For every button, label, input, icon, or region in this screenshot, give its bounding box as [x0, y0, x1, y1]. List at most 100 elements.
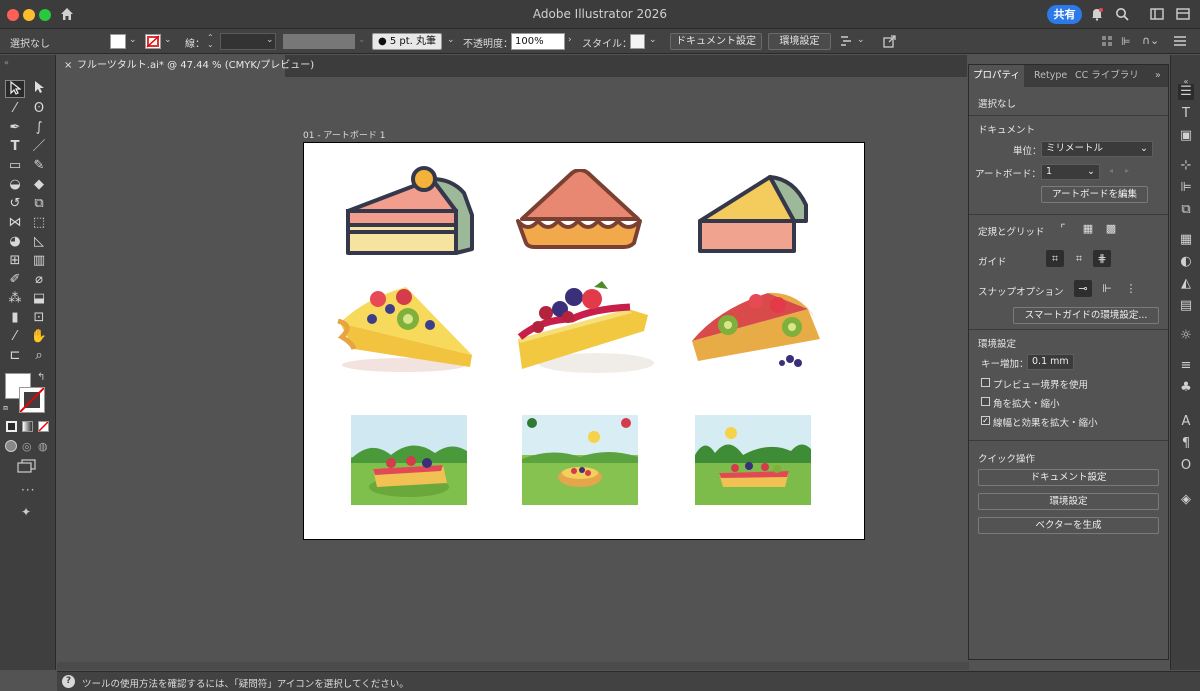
share-button[interactable]: 共有 — [1047, 5, 1082, 24]
qa-generate-vectors-button[interactable]: ベクターを生成 — [978, 517, 1159, 534]
chevron-down-icon[interactable]: ⌄ — [129, 35, 137, 45]
artboard-select[interactable]: 1 ⌄ — [1041, 164, 1100, 180]
arrange-documents-icon[interactable] — [1150, 8, 1164, 20]
next-artboard-icon[interactable]: ▸ — [1125, 166, 1129, 175]
blend-tool-icon[interactable]: ⌀ — [29, 271, 49, 289]
lock-guides-icon[interactable]: ⌗ — [1070, 250, 1088, 267]
chevron-down-icon[interactable]: ⌄ — [164, 35, 172, 45]
rulers-icon[interactable]: ⌜ — [1054, 220, 1072, 237]
pie-slice-flat-icon[interactable] — [514, 169, 646, 251]
snap-to-point-icon[interactable]: ⊸ — [1074, 280, 1092, 297]
tart-slice-flat-icon[interactable] — [694, 169, 814, 257]
stroke-panel-icon[interactable]: ≡ — [1178, 358, 1194, 374]
stroke-stepper[interactable]: ⌃ ⌄ — [207, 34, 216, 49]
kiwi-tart-illustration[interactable] — [688, 279, 826, 375]
perspective-grid-tool-icon[interactable]: ◺ — [29, 233, 49, 251]
layers-panel-icon[interactable]: ◈ — [1178, 492, 1194, 508]
paragraph-panel-icon[interactable]: ¶ — [1178, 436, 1194, 452]
draw-inside-icon[interactable]: ◍ — [38, 440, 48, 453]
document-settings-button[interactable]: ドキュメント設定 — [670, 33, 762, 50]
fruit-tart-illustration[interactable] — [334, 279, 474, 375]
paintbrush-tool-icon[interactable]: ✎ — [29, 157, 49, 175]
tart-meadow-scene[interactable] — [351, 415, 467, 505]
rotate-tool-icon[interactable]: ↺ — [5, 195, 25, 213]
align-panel-icon[interactable]: ⊫ — [1178, 180, 1194, 196]
column-graph-tool-icon[interactable]: ▮ — [5, 309, 25, 327]
horizontal-scrollbar[interactable] — [57, 662, 969, 670]
gradient-mode-icon[interactable] — [22, 421, 33, 432]
character-panel-icon[interactable]: A — [1178, 414, 1194, 430]
tab-properties[interactable]: プロパティ — [969, 65, 1024, 87]
type-tool-icon[interactable]: T — [5, 138, 25, 156]
properties-panel-icon[interactable]: ☰ — [1178, 84, 1194, 100]
lasso-tool-icon[interactable]: ʘ — [29, 100, 49, 118]
screen-mode-icon[interactable] — [17, 459, 37, 473]
free-transform-tool-icon[interactable]: ⬚ — [29, 214, 49, 232]
chevron-down-icon[interactable]: ⌄ — [447, 35, 455, 45]
qa-preferences-button[interactable]: 環境設定 — [978, 493, 1159, 510]
guides-visibility-icon[interactable]: ⌗ — [1046, 250, 1064, 267]
rectangle-tool-icon[interactable]: ▭ — [5, 157, 25, 175]
help-question-icon[interactable]: ? — [62, 675, 75, 688]
color-guide-panel-icon[interactable]: ◭ — [1178, 276, 1194, 292]
eraser-tool-icon[interactable]: ◆ — [29, 176, 49, 194]
stroke-color-swatch[interactable] — [19, 387, 45, 413]
smart-guide-preferences-button[interactable]: スマートガイドの環境設定... — [1013, 307, 1159, 324]
chevron-down-icon[interactable]: ⌄ — [857, 35, 865, 45]
scale-tool-icon[interactable]: ⧉ — [29, 195, 49, 213]
retype-panel-icon[interactable]: T — [1178, 106, 1194, 122]
graphic-style-swatch[interactable] — [630, 34, 645, 49]
shaper-tool-icon[interactable]: ◒ — [5, 176, 25, 194]
curvature-tool-icon[interactable]: ∫ — [29, 119, 49, 137]
opentype-panel-icon[interactable]: O — [1178, 458, 1194, 474]
appearance-panel-icon[interactable]: ☼ — [1178, 328, 1194, 344]
none-mode-icon[interactable] — [38, 421, 49, 432]
chevron-right-icon[interactable]: › — [568, 35, 572, 45]
gradient-tool-icon[interactable]: ▥ — [29, 252, 49, 270]
live-paint-tool-icon[interactable]: ⬓ — [29, 290, 49, 308]
magic-wand-tool-icon[interactable]: ⁄ — [5, 100, 25, 118]
warp-icon[interactable]: ∩⌄ — [1142, 34, 1162, 48]
edit-toolbar-icon[interactable]: ··· — [21, 483, 35, 497]
transform-panel-icon[interactable]: ⊹ — [1178, 158, 1194, 174]
qa-document-settings-button[interactable]: ドキュメント設定 — [978, 469, 1159, 486]
fill-swatch[interactable] — [110, 34, 126, 49]
align-left-icon[interactable]: ⊫ — [1121, 35, 1133, 48]
artboard[interactable] — [303, 142, 865, 540]
width-tool-icon[interactable]: ⋈ — [5, 214, 25, 232]
symbol-sprayer-tool-icon[interactable]: ⁂ — [5, 290, 25, 308]
variable-width-profile[interactable] — [283, 34, 355, 49]
zoom-tool-icon[interactable]: ⌕ — [29, 347, 49, 365]
tab-retype[interactable]: Retype — [1034, 65, 1067, 87]
line-segment-tool-icon[interactable]: ／ — [29, 138, 49, 156]
checkbox-scale-corners[interactable] — [981, 397, 990, 406]
color-panel-icon[interactable]: ◐ — [1178, 254, 1194, 270]
close-tab-icon[interactable]: × — [64, 55, 72, 77]
mesh-tool-icon[interactable]: ⊞ — [5, 252, 25, 270]
print-tiling-tool-icon[interactable]: ⊏ — [5, 347, 25, 365]
transparency-grid-icon[interactable]: ▩ — [1102, 220, 1120, 237]
swap-fill-stroke-icon[interactable]: ↰ — [37, 372, 45, 383]
workspace-switcher-icon[interactable] — [1176, 8, 1190, 20]
tab-cc-libraries[interactable]: CC ライブラリ — [1075, 65, 1139, 87]
snap-to-pixel-icon[interactable]: ⊩ — [1098, 280, 1116, 297]
brush-definition[interactable]: ● 5 pt. 丸筆 — [372, 33, 442, 50]
align-options-icon[interactable] — [840, 35, 854, 49]
selection-tool-icon[interactable] — [5, 80, 25, 98]
pen-tool-icon[interactable]: ✒ — [5, 119, 25, 137]
export-icon[interactable] — [883, 35, 896, 48]
search-icon[interactable] — [1115, 7, 1129, 21]
checkbox-preview-bounds[interactable] — [981, 378, 990, 387]
swatches-panel-icon[interactable]: ▦ — [1178, 232, 1194, 248]
panel-menu-icon[interactable] — [1173, 35, 1187, 47]
checkbox-scale-strokes[interactable]: ✓ — [981, 416, 990, 425]
tart-garden-scene[interactable] — [695, 415, 811, 505]
hand-tool-icon[interactable]: ✋ — [29, 328, 49, 346]
draw-normal-icon[interactable] — [5, 440, 17, 452]
panel-collapse-icon[interactable]: » — [1155, 65, 1161, 87]
chevron-down-icon[interactable]: ⌄ — [649, 35, 657, 45]
berry-tart-illustration[interactable] — [512, 279, 656, 375]
gradient-panel-icon[interactable]: ▤ — [1178, 298, 1194, 314]
units-select[interactable]: ミリメートル ⌄ — [1041, 141, 1153, 157]
direct-selection-tool-icon[interactable] — [29, 80, 49, 98]
